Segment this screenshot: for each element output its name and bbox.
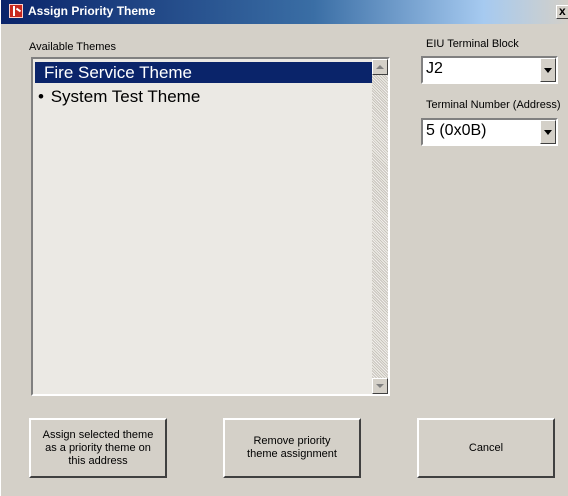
- eiu-terminal-block-label: EIU Terminal Block: [426, 38, 519, 50]
- assign-priority-theme-dialog: Assign Priority Theme x Available Themes…: [0, 0, 568, 496]
- available-themes-label: Available Themes: [29, 41, 117, 53]
- eiu-terminal-block-select[interactable]: J2: [421, 56, 558, 84]
- themes-scrollbar[interactable]: [372, 59, 388, 394]
- window-title: Assign Priority Theme: [28, 4, 156, 18]
- eiu-terminal-block-dropdown-button[interactable]: [540, 58, 556, 82]
- list-item-label: Fire Service Theme: [44, 63, 193, 82]
- arrow-down-icon: [376, 384, 384, 388]
- terminal-number-dropdown-button[interactable]: [540, 120, 556, 144]
- chevron-down-icon: [544, 130, 552, 135]
- remove-theme-button[interactable]: Remove priority theme assignment: [223, 418, 361, 478]
- scroll-up-button[interactable]: [372, 59, 388, 75]
- arrow-up-icon: [376, 65, 384, 69]
- chevron-down-icon: [544, 68, 552, 73]
- themes-listbox[interactable]: Fire Service Theme • System Test Theme: [31, 57, 390, 396]
- eiu-terminal-block-value: J2: [426, 60, 443, 77]
- list-item-bullet: •: [38, 87, 44, 106]
- terminal-number-label: Terminal Number (Address): [426, 99, 561, 111]
- app-logo-icon: [9, 4, 23, 18]
- list-item-label: System Test Theme: [50, 87, 201, 106]
- terminal-number-select[interactable]: 5 (0x0B): [421, 118, 558, 146]
- close-button[interactable]: x: [556, 4, 568, 19]
- scroll-down-button[interactable]: [372, 378, 388, 394]
- list-item-fire-service-theme[interactable]: Fire Service Theme: [35, 62, 374, 83]
- close-icon: x: [559, 4, 566, 18]
- title-bar[interactable]: Assign Priority Theme x: [1, 0, 568, 24]
- cancel-button[interactable]: Cancel: [417, 418, 555, 478]
- terminal-number-value: 5 (0x0B): [426, 122, 487, 139]
- list-item-system-test-theme[interactable]: • System Test Theme: [35, 86, 374, 107]
- assign-theme-button[interactable]: Assign selected theme as a priority them…: [29, 418, 167, 478]
